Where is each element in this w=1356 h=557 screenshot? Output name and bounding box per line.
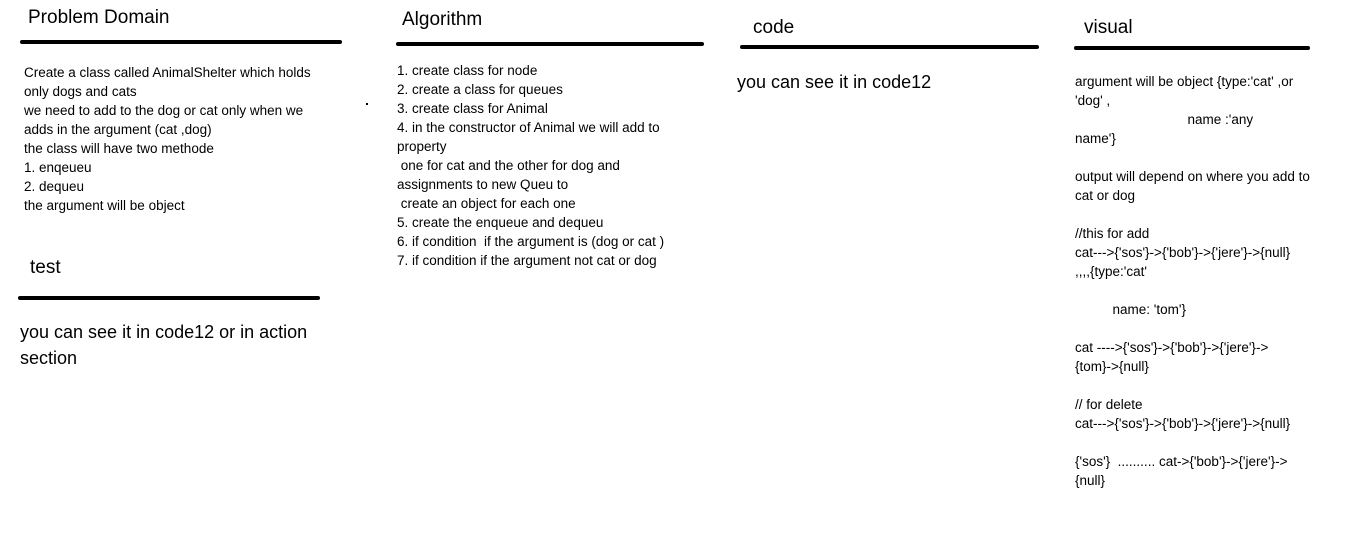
- visual-line: argument will be object {type:'cat' ,or: [1075, 74, 1294, 89]
- visual-line: [1075, 205, 1310, 224]
- problem-domain-line: 1. enqeueu: [24, 160, 92, 175]
- visual-line: cat ---->{'sos'}->{'bob'}->{'jere'}->: [1075, 340, 1269, 355]
- algorithm-line: 3. create class for Animal: [397, 101, 548, 116]
- stray-dot: [366, 103, 368, 105]
- visual-line: {null}: [1075, 473, 1106, 488]
- problem-domain-line: the argument will be object: [24, 198, 185, 213]
- problem-domain-line: Create a class called AnimalShelter whic…: [24, 65, 311, 80]
- visual-line: 'dog' ,: [1075, 93, 1111, 108]
- algorithm-line: one for cat and the other for dog and: [397, 158, 620, 173]
- algorithm-text: 1. create class for node 2. create a clas…: [397, 61, 664, 270]
- visual-line: {tom}->{null}: [1075, 359, 1149, 374]
- algorithm-line: 7. if condition if the argument not cat …: [397, 253, 657, 268]
- algorithm-line: assignments to new Queu to: [397, 177, 569, 192]
- algorithm-rule: [396, 42, 704, 46]
- problem-domain-rule: [20, 40, 342, 44]
- algorithm-line: create an object for each one: [397, 196, 576, 211]
- visual-line: [1075, 376, 1310, 395]
- visual-line: [1075, 281, 1310, 300]
- problem-domain-line: 2. dequeu: [24, 179, 85, 194]
- test-heading: test: [30, 257, 61, 278]
- code-rule: [740, 45, 1039, 49]
- visual-line: output will depend on where you add to: [1075, 169, 1310, 184]
- visual-line: cat--->{'sos'}->{'bob'}->{'jere'}->{null…: [1075, 416, 1291, 431]
- test-text: you can see it in code12 or in action sec…: [20, 319, 307, 371]
- code-heading: code: [753, 17, 795, 38]
- algorithm-line: property: [397, 139, 447, 154]
- algorithm-line: 4. in the constructor of Animal we will …: [397, 120, 660, 135]
- algorithm-line: 5. create the enqueue and dequeu: [397, 215, 604, 230]
- test-line: section: [20, 348, 78, 368]
- test-line: you can see it in code12 or in action: [20, 322, 308, 342]
- visual-line: {'sos'} .......... cat->{'bob'}->{'jere'…: [1075, 454, 1288, 469]
- algorithm-line: 6. if condition if the argument is (dog …: [397, 234, 665, 249]
- visual-line: name: 'tom'}: [1075, 302, 1186, 317]
- algorithm-line: 1. create class for node: [397, 63, 538, 78]
- visual-line: name'}: [1075, 131, 1116, 146]
- visual-line: [1075, 319, 1310, 338]
- code-text: you can see it in code12: [737, 69, 931, 95]
- problem-domain-line: we need to add to the dog or cat only wh…: [24, 103, 304, 118]
- problem-domain-heading: Problem Domain: [28, 7, 170, 28]
- visual-line: [1075, 148, 1310, 167]
- algorithm-heading: Algorithm: [402, 9, 483, 30]
- algorithm-line: 2. create a class for queues: [397, 82, 563, 97]
- problem-domain-text: Create a class called AnimalShelter whic…: [24, 63, 311, 215]
- visual-heading: visual: [1084, 17, 1133, 38]
- problem-domain-line: only dogs and cats: [24, 84, 137, 99]
- problem-domain-line: adds in the argument (cat ,dog): [24, 122, 212, 137]
- visual-line: cat or dog: [1075, 188, 1136, 203]
- visual-text: argument will be object {type:'cat' ,or '…: [1075, 72, 1310, 490]
- visual-line: // for delete: [1075, 397, 1143, 412]
- visual-rule: [1074, 46, 1310, 50]
- test-rule: [18, 296, 320, 300]
- problem-domain-line: the class will have two methode: [24, 141, 214, 156]
- visual-line: ,,,,{type:'cat': [1075, 264, 1147, 279]
- visual-line: //this for add: [1075, 226, 1150, 241]
- visual-line: cat--->{'sos'}->{'bob'}->{'jere'}->{null…: [1075, 245, 1291, 260]
- visual-line: name :'any: [1075, 112, 1254, 127]
- code-line: you can see it in code12: [737, 72, 932, 92]
- visual-line: [1075, 433, 1310, 452]
